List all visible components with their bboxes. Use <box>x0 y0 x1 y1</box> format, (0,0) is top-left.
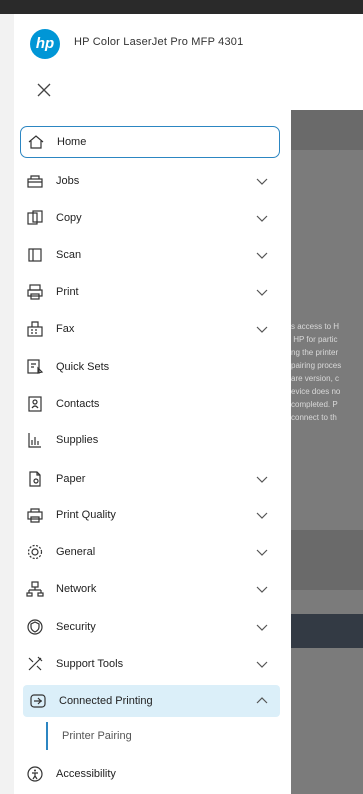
nav-item-label: Security <box>56 621 96 633</box>
chevron-down-icon[interactable] <box>254 581 270 597</box>
nav-item-supplies[interactable]: Supplies <box>20 424 280 456</box>
connected-printing-icon <box>27 690 49 712</box>
nav-item-label: Supplies <box>56 434 99 446</box>
chevron-down-icon[interactable] <box>254 210 270 226</box>
chevron-down-icon[interactable] <box>254 656 270 672</box>
chevron-down-icon[interactable] <box>254 507 270 523</box>
chevron-down-icon[interactable] <box>254 321 270 337</box>
backdrop-dark-band <box>291 614 363 648</box>
navigation-menu: Home Jobs Copy Scan Print Fax Quick Sets Contac… <box>14 110 291 794</box>
nav-item-jobs[interactable]: Jobs <box>20 165 280 197</box>
nav-subitem-label: Printer Pairing <box>62 730 132 742</box>
chevron-down-icon[interactable] <box>254 173 270 189</box>
nav-item-scan[interactable]: Scan <box>20 239 280 271</box>
nav-item-label: Support Tools <box>56 658 124 670</box>
scan-icon <box>24 244 46 266</box>
nav-item-support-tools[interactable]: Support Tools <box>20 648 280 680</box>
copy-icon <box>24 207 46 229</box>
nav-subitem-printer-pairing[interactable]: Printer Pairing <box>46 720 276 752</box>
chevron-down-icon[interactable] <box>254 284 270 300</box>
support-tools-icon <box>24 653 46 675</box>
nav-item-connected-printing[interactable]: Connected Printing <box>23 685 280 717</box>
nav-item-label: Jobs <box>56 175 80 187</box>
nav-item-fax[interactable]: Fax <box>20 313 280 345</box>
nav-item-label: Copy <box>56 212 82 224</box>
print-quality-icon <box>24 504 46 526</box>
close-icon[interactable] <box>32 78 56 102</box>
backdrop-band <box>291 110 363 150</box>
app-header: hp HP Color LaserJet Pro MFP 4301 <box>14 14 363 71</box>
hp-logo: hp <box>30 29 60 59</box>
page-backdrop: s access to H HP for partic ng the print… <box>291 110 363 794</box>
print-icon <box>24 281 46 303</box>
network-icon <box>24 578 46 600</box>
subitem-indicator <box>46 722 48 750</box>
nav-item-label: Contacts <box>56 398 100 410</box>
nav-item-paper[interactable]: Paper <box>20 463 280 495</box>
nav-item-label: Accessibility <box>56 768 116 780</box>
chevron-down-icon[interactable] <box>254 247 270 263</box>
chevron-up-icon[interactable] <box>254 693 270 709</box>
backdrop-text: s access to H HP for partic ng the print… <box>291 322 342 422</box>
paper-icon <box>24 468 46 490</box>
nav-item-label: Scan <box>56 249 82 261</box>
supplies-icon <box>24 429 46 451</box>
nav-item-contacts[interactable]: Contacts <box>20 388 280 420</box>
nav-item-security[interactable]: Security <box>20 611 280 643</box>
window-top-bar <box>0 0 363 14</box>
nav-item-label: Home <box>57 136 87 148</box>
jobs-icon <box>24 170 46 192</box>
nav-item-accessibility[interactable]: Accessibility <box>20 758 280 790</box>
general-icon <box>24 541 46 563</box>
home-icon <box>25 131 47 153</box>
chevron-down-icon[interactable] <box>254 619 270 635</box>
nav-item-print[interactable]: Print <box>20 276 280 308</box>
quick-sets-icon <box>24 356 46 378</box>
contacts-icon <box>24 393 46 415</box>
nav-item-general[interactable]: General <box>20 536 280 568</box>
backdrop-band <box>291 530 363 590</box>
menu-close-bar <box>14 70 363 110</box>
chevron-down-icon[interactable] <box>254 471 270 487</box>
nav-item-label: Connected Printing <box>59 695 153 707</box>
fax-icon <box>24 318 46 340</box>
nav-item-label: Network <box>56 583 97 595</box>
chevron-down-icon[interactable] <box>254 544 270 560</box>
nav-item-copy[interactable]: Copy <box>20 202 280 234</box>
security-icon <box>24 616 46 638</box>
nav-item-label: Quick Sets <box>56 361 110 373</box>
accessibility-icon <box>24 763 46 785</box>
nav-item-label: Print <box>56 286 79 298</box>
nav-item-label: Print Quality <box>56 509 116 521</box>
nav-item-label: Paper <box>56 473 86 485</box>
nav-item-label: General <box>56 546 96 558</box>
nav-item-home[interactable]: Home <box>20 126 280 158</box>
nav-item-print-quality[interactable]: Print Quality <box>20 499 280 531</box>
app-title: HP Color LaserJet Pro MFP 4301 <box>74 36 244 48</box>
nav-item-quick-sets[interactable]: Quick Sets <box>20 351 280 383</box>
nav-item-label: Fax <box>56 323 75 335</box>
nav-item-network[interactable]: Network <box>20 573 280 605</box>
